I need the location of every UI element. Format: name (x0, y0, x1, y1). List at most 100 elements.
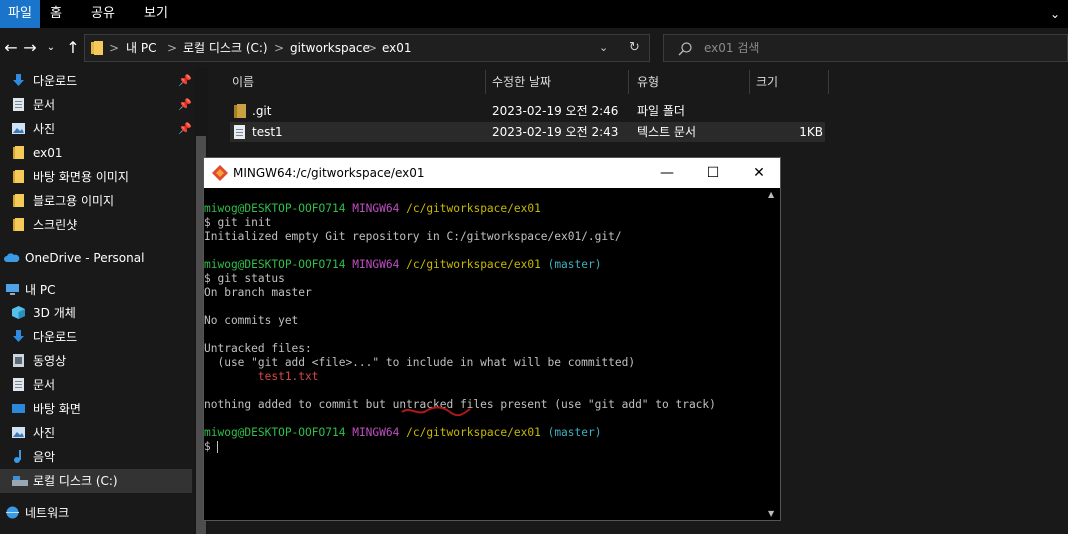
sidebar-item-label: 사진 (33, 426, 56, 440)
music-icon (14, 450, 21, 463)
column-header-size[interactable]: 크기 (756, 69, 778, 95)
sidebar-item-blog-images[interactable]: 블로그용 이미지 (0, 189, 192, 213)
tab-home[interactable]: 홈 (50, 0, 62, 28)
breadcrumb-separator: > (109, 41, 120, 55)
sidebar-item-pictures[interactable]: 사진 (0, 421, 192, 445)
scroll-up-icon[interactable]: ▲ (768, 190, 774, 199)
file-type: 텍스트 문서 (637, 125, 697, 139)
text-file-icon (234, 125, 245, 139)
sidebar-item-label: 문서 (33, 378, 56, 392)
folder-icon (13, 218, 24, 231)
sidebar-item-downloads-pinned[interactable]: 다운로드 📌 (0, 69, 192, 93)
output-line: (use "git add <file>..." to include in w… (204, 356, 636, 369)
breadcrumb-separator: > (167, 41, 178, 55)
sidebar-item-3d-objects[interactable]: 3D 개체 (0, 301, 192, 325)
prompt-line: miwog@DESKTOP-OOFO714 MINGW64 /c/gitwork… (204, 426, 601, 440)
column-divider[interactable] (628, 70, 629, 94)
sidebar-item-downloads[interactable]: 다운로드 (0, 325, 192, 349)
sidebar-item-label: 스크린샷 (33, 218, 78, 232)
sidebar-item-desktop[interactable]: 바탕 화면 (0, 397, 192, 421)
sidebar-item-desktop-images[interactable]: 바탕 화면용 이미지 (0, 165, 192, 189)
column-header-type[interactable]: 유형 (637, 69, 659, 95)
file-row-test1[interactable]: test1 2023-02-19 오전 2:43 텍스트 문서 1KB (230, 122, 825, 142)
sidebar-item-ex01[interactable]: ex01 (0, 141, 192, 165)
document-icon (13, 98, 24, 111)
sidebar-item-pictures-pinned[interactable]: 사진 📌 (0, 117, 192, 141)
ribbon: 파일 홈 공유 보기 ⌄ (0, 0, 1068, 28)
network-icon (6, 506, 19, 519)
forward-icon[interactable]: → (21, 33, 39, 63)
search-icon (678, 42, 692, 56)
breadcrumb-ex01[interactable]: ex01 (382, 35, 412, 61)
file-size: 1KB (799, 125, 823, 139)
sidebar-item-label: 음악 (33, 450, 56, 464)
pin-icon[interactable]: 📌 (178, 117, 192, 141)
output-line: No commits yet (204, 314, 299, 327)
sidebar-item-label: OneDrive - Personal (25, 251, 145, 265)
close-icon[interactable]: ✕ (736, 158, 782, 188)
refresh-icon[interactable]: ↻ (629, 35, 640, 61)
terminal-title-bar[interactable]: MINGW64:/c/gitworkspace/ex01 — ☐ ✕ (204, 158, 780, 188)
tab-share[interactable]: 공유 (91, 0, 115, 28)
pc-icon (6, 284, 19, 295)
sidebar-item-network[interactable]: 네트워크 (0, 501, 192, 525)
terminal-scrollbar[interactable]: ▲ ▼ (765, 188, 780, 520)
file-modified: 2023-02-19 오전 2:43 (492, 125, 619, 139)
sidebar-item-label: 블로그용 이미지 (33, 194, 115, 208)
maximize-icon[interactable]: ☐ (690, 158, 736, 188)
output-line: Untracked files: (204, 342, 312, 355)
column-divider[interactable] (485, 70, 486, 94)
folder-icon (13, 146, 24, 159)
output-line: Initialized empty Git repository in C:/g… (204, 230, 622, 243)
sidebar-item-screenshots[interactable]: 스크린샷 (0, 213, 192, 237)
recent-chevron-icon[interactable]: ⌄ (42, 33, 60, 63)
prompt-path: /c/gitworkspace/ex01 (406, 426, 541, 439)
folder-icon (13, 194, 24, 207)
sidebar-item-documents[interactable]: 문서 (0, 373, 192, 397)
command-line: $ git init (204, 216, 272, 229)
address-dropdown-icon[interactable]: ⌄ (599, 35, 608, 61)
column-divider[interactable] (749, 70, 750, 94)
search-input[interactable]: ex01 검색 (663, 34, 1068, 62)
prompt-path: /c/gitworkspace/ex01 (406, 258, 541, 271)
back-icon[interactable]: ← (2, 33, 20, 63)
prompt-line: miwog@DESKTOP-OOFO714 MINGW64 /c/gitwork… (204, 258, 601, 272)
breadcrumb-local-disk[interactable]: 로컬 디스크 (C:) (183, 35, 268, 61)
red-underline-annotation (401, 406, 471, 416)
sidebar-item-music[interactable]: 음악 (0, 445, 192, 469)
column-header-modified[interactable]: 수정한 날짜 (492, 69, 551, 95)
tab-view[interactable]: 보기 (144, 0, 168, 28)
sidebar-item-documents-pinned[interactable]: 문서 📌 (0, 93, 192, 117)
pin-icon[interactable]: 📌 (178, 69, 192, 93)
terminal-cursor (217, 441, 219, 453)
ribbon-expand-icon[interactable]: ⌄ (1050, 0, 1060, 28)
sidebar-item-videos[interactable]: 동영상 (0, 349, 192, 373)
prompt-user: miwog@DESKTOP-OOFO714 (204, 426, 346, 439)
command-line: $ git status (204, 272, 285, 285)
terminal-window[interactable]: MINGW64:/c/gitworkspace/ex01 — ☐ ✕ miwog… (203, 157, 781, 521)
pin-icon[interactable]: 📌 (178, 93, 192, 117)
cloud-icon (4, 253, 20, 262)
picture-icon (12, 427, 25, 438)
address-bar[interactable]: > 내 PC > 로컬 디스크 (C:) > gitworkspace > ex… (84, 34, 650, 62)
prompt-shell: MINGW64 (352, 202, 400, 215)
tab-file[interactable]: 파일 (0, 0, 40, 28)
column-header-name[interactable]: 이름 (232, 69, 254, 95)
minimize-icon[interactable]: — (644, 158, 690, 188)
sidebar-item-label: 동영상 (33, 354, 67, 368)
scroll-down-icon[interactable]: ▼ (768, 509, 774, 518)
column-divider[interactable] (828, 70, 829, 94)
command-line: $ (204, 440, 219, 454)
sidebar-item-onedrive[interactable]: OneDrive - Personal (0, 246, 192, 270)
up-icon[interactable]: ↑ (64, 33, 82, 63)
sidebar-item-this-pc[interactable]: 내 PC (0, 278, 192, 302)
search-placeholder: ex01 검색 (704, 41, 760, 55)
breadcrumb-this-pc[interactable]: 내 PC (126, 35, 156, 61)
file-row-git[interactable]: .git 2023-02-19 오전 2:46 파일 폴더 (230, 101, 825, 121)
breadcrumb-gitworkspace[interactable]: gitworkspace (290, 35, 370, 61)
folder-icon (91, 41, 103, 55)
drive-icon (12, 476, 28, 486)
input-prompt: $ (204, 440, 218, 453)
sidebar-item-local-disk[interactable]: 로컬 디스크 (C:) (0, 469, 192, 493)
picture-icon (12, 123, 25, 134)
